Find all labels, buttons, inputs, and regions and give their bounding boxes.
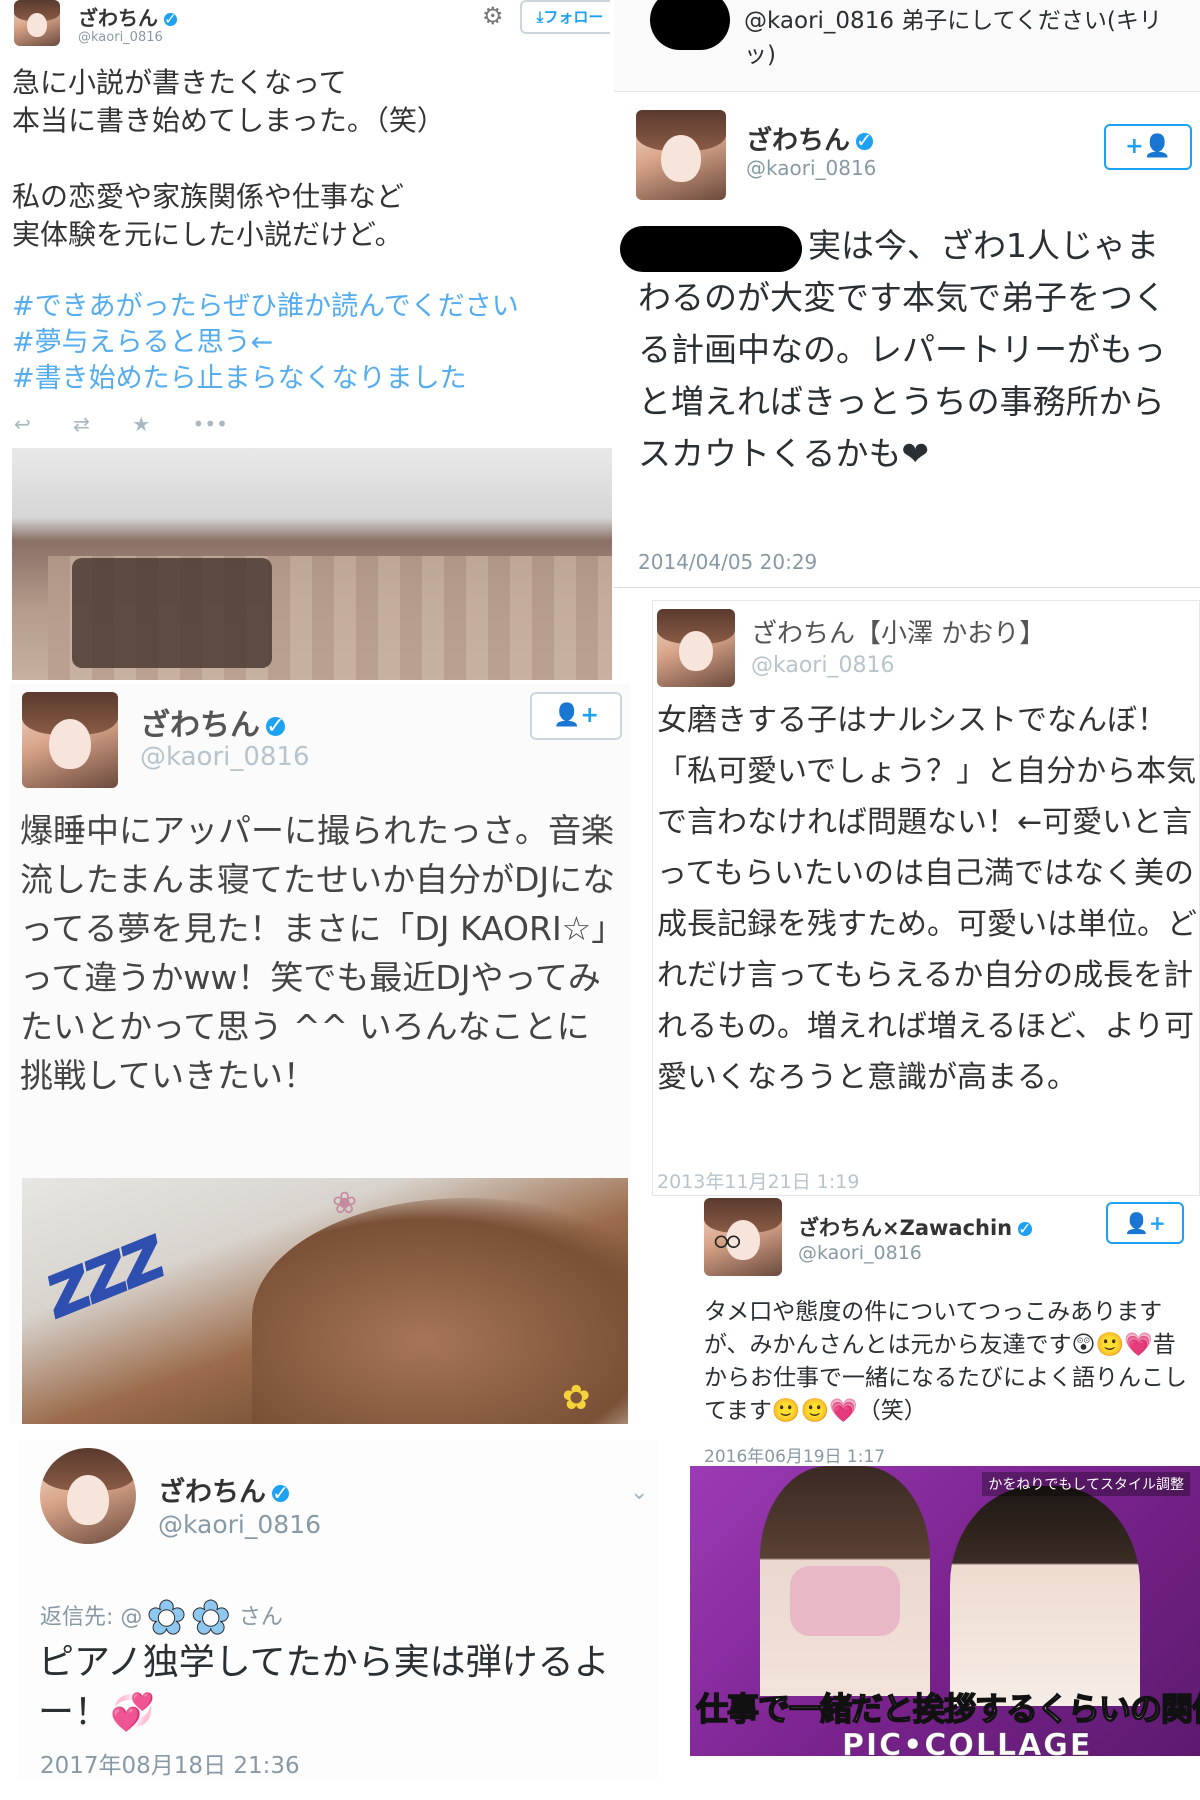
avatar[interactable] [22,692,118,788]
face-mask-icon [790,1566,900,1636]
hashtag-list[interactable]: #できあがったらぜひ誰か読んでください #夢与えらると思う← #書き始めたら止ま… [12,289,610,397]
tweet-card-narcissist: ざわちん【小澤 かおり】 @kaori_0816 女磨きする子はナルシストでなん… [652,600,1200,1196]
author-handle[interactable]: @kaori_0816 [140,742,310,772]
reply-text: @kaori_0816 弟子にしてください(キリッ) [744,8,1162,68]
tweet-card-disciple: ざわちん ✓ @kaori_0816 +👤 実は今、ざわ1人じゃまわるのが大変です… [614,94,1200,588]
avatar[interactable]: ⭘⭘ [704,1198,782,1276]
author-handle[interactable]: @kaori_0816 [158,1510,321,1539]
verified-badge-icon: ✓ [272,1480,290,1505]
glasses-icon: ⭘⭘ [714,1232,741,1253]
author-handle[interactable]: @kaori_0816 [746,156,876,180]
flower-sticker-icon: ✿ [562,1378,591,1418]
zzz-sticker: zzz [29,1209,173,1337]
avatar[interactable] [14,0,60,46]
timestamp[interactable]: 2014/04/05 20:29 [638,550,817,574]
tweet-actions: ↩ ⇄ ★ ••• [14,412,228,436]
tweet-card-piano: ざわちん ✓ @kaori_0816 ⌄ 返信先: @✿✿ さん ピアノ独学してたか… [18,1440,658,1780]
follow-button[interactable]: 👤+ [530,692,622,740]
author-handle[interactable]: @kaori_0816 [798,1242,922,1264]
tweet-body: タメ口や態度の件についてつっこみありますが、みかんさんとは元から友達です😲🙂💗昔… [704,1299,1187,1424]
tweet-body: ピアノ独学してたから実は弾けるよー！💞 [38,1642,610,1733]
tweet-body: 女磨きする子はナルシストでなんぼ！「私可愛いでしょう？」と自分から本気で言わなけ… [657,703,1197,1095]
tweet-body: 爆睡中にアッパーに撮られたっさ。音楽流したまんま寝てたせいか自分がDJになってる… [20,811,616,1095]
tv-caption: 仕事で一緒だと挨拶するくらいの関係 [695,1689,1200,1729]
verified-badge-icon: ✓ [266,712,286,739]
author-name[interactable]: ざわちん ✓ [158,1470,290,1509]
author-name[interactable]: ざわちん ✓ [746,120,873,157]
author-handle[interactable]: @kaori_0816 [78,30,163,45]
reply-icon[interactable]: ↩ [14,412,31,436]
add-user-icon: 👤+ [1124,1211,1166,1235]
hair-clip-icon: ❀ [332,1186,358,1221]
tweet-card-mikan: ⭘⭘ ざわちん×Zawachin ✓ @kaori_0816 👤+ タメ口や態度の… [690,1196,1200,1468]
follow-button[interactable]: ⤓フォロー [520,0,610,34]
verified-badge-icon: ✓ [164,10,177,29]
timestamp[interactable]: 2013年11月21日 1:19 [657,1167,859,1194]
reply-suffix: さん [238,1605,283,1630]
author-name[interactable]: ざわちん ✓ [78,2,177,31]
avatar[interactable] [657,609,735,687]
redacted-avatar [650,0,730,50]
verified-badge-icon: ✓ [856,129,873,153]
tweet-photo-sleeping: zzz ✿ ❀ [22,1178,628,1424]
tweet-card-novel: ざわちん ✓ @kaori_0816 ⚙ ⤓フォロー 急に小説が書きたくなって 本… [0,0,610,440]
author-name[interactable]: ざわちん×Zawachin ✓ [798,1212,1032,1242]
timestamp[interactable]: 2016年06月19日 1:17 [704,1442,885,1467]
avatar[interactable] [40,1448,136,1544]
tweet-body: 実は今、ざわ1人じゃまわるのが大変です本気で弟子をつくる計画中なの。レパートリー… [638,226,1166,473]
retweet-icon[interactable]: ⇄ [73,412,90,436]
chevron-down-icon[interactable]: ⌄ [630,1480,648,1505]
reply-prefix: 返信先: @ [40,1605,143,1630]
tweet-card-dj: ざわちん ✓ @kaori_0816 👤+ 爆睡中にアッパーに撮られたっさ。音楽流… [10,684,630,1424]
author-name[interactable]: ざわちん ✓ [140,700,286,744]
author-name[interactable]: ざわちん【小澤 かおり】 [751,613,1045,650]
watermark: PIC•COLLAGE [841,1728,1093,1764]
follow-button[interactable]: 👤+ [1106,1202,1184,1244]
tv-screenshot: かをねりでもしてスタイル調整 仕事で一緒だと挨拶するくらいの関係 [690,1466,1200,1756]
author-handle[interactable]: @kaori_0816 [751,653,894,678]
add-user-icon: +👤 [1125,134,1171,159]
tweet-card-reply: @kaori_0816 弟子にしてください(キリッ) [614,0,1200,92]
add-user-icon: 👤+ [553,703,599,728]
timestamp[interactable]: 2017年08月18日 21:36 [40,1746,300,1780]
favorite-icon[interactable]: ★ [132,412,150,436]
more-icon[interactable]: ••• [193,412,228,436]
tv-corner-caption: かをねりでもしてスタイル調整 [982,1472,1190,1496]
tweet-photo-paper [12,448,612,680]
avatar[interactable] [636,110,726,200]
tweet-body: 急に小説が書きたくなって 本当に書き始めてしまった。（笑） 私の恋愛や家族関係や… [12,66,445,251]
follow-button[interactable]: +👤 [1104,124,1192,170]
gear-icon[interactable]: ⚙ [482,2,504,30]
verified-badge-icon: ✓ [1018,1219,1032,1239]
